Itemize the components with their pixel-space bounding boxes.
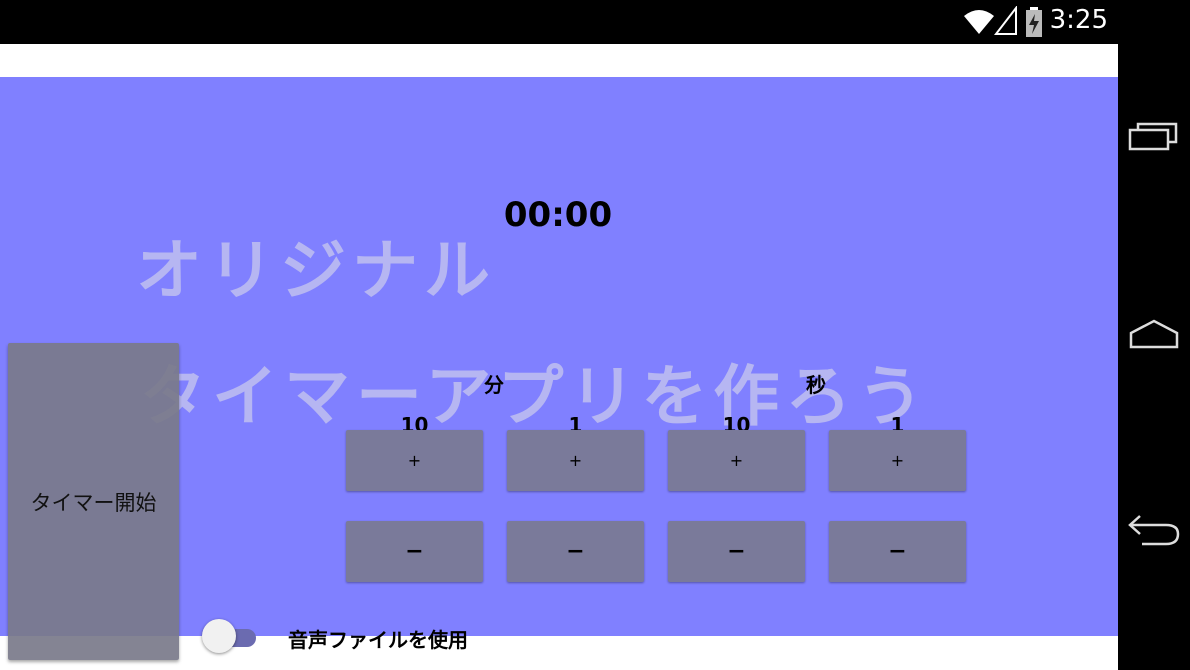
back-icon: [1128, 515, 1180, 546]
wifi-icon: [964, 10, 994, 34]
home-button[interactable]: [1124, 304, 1184, 364]
home-icon: [1129, 319, 1179, 349]
navigation-bar: [1118, 44, 1190, 670]
minus-10-sec-button[interactable]: −: [668, 521, 805, 582]
minus-10-min-button[interactable]: −: [346, 521, 483, 582]
start-timer-button[interactable]: タイマー開始: [8, 343, 179, 660]
cell-signal-icon: [994, 6, 1017, 35]
status-bar: 3:25: [0, 0, 1190, 44]
status-clock: 3:25: [1049, 5, 1108, 35]
battery-charging-icon: [1026, 7, 1042, 37]
plus-1-min-button[interactable]: +: [507, 430, 644, 491]
app-window: オリジナル タイマーアプリを作ろう 00:00 分 秒 10 1 10 1 + …: [0, 44, 1118, 670]
plus-10-sec-button[interactable]: +: [668, 430, 805, 491]
sound-file-label: 音声ファイルを使用: [288, 628, 468, 652]
device-screen: 3:25 オリジナル タイマーアプリを作ろう 00:00 分 秒 10 1 10…: [0, 0, 1190, 670]
plus-10-min-button[interactable]: +: [346, 430, 483, 491]
minutes-label: 分: [484, 373, 504, 397]
minus-1-sec-button[interactable]: −: [829, 521, 966, 582]
back-button[interactable]: [1124, 500, 1184, 560]
minus-1-min-button[interactable]: −: [507, 521, 644, 582]
switch-thumb: [202, 619, 236, 653]
background-title-line1: オリジナル: [136, 232, 496, 309]
recents-icon: [1128, 122, 1178, 151]
plus-1-sec-button[interactable]: +: [829, 430, 966, 491]
timer-display: 00:00: [503, 195, 613, 235]
seconds-label: 秒: [806, 373, 826, 397]
sound-file-switch[interactable]: [200, 619, 260, 655]
recents-button[interactable]: [1124, 106, 1184, 166]
action-bar: [0, 44, 1118, 76]
